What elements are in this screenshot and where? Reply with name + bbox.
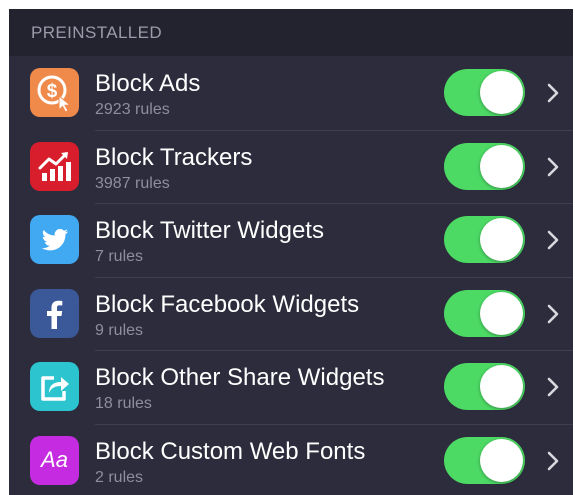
facebook-icon (30, 288, 79, 338)
rule-row-block-ads[interactable]: $ Block Ads 2923 rules (9, 56, 573, 130)
toggle-knob (480, 438, 523, 482)
rule-count: 18 rules (95, 395, 152, 412)
svg-text:$: $ (47, 81, 58, 102)
block-facebook-widgets-toggle[interactable] (444, 289, 525, 337)
toggle-knob (480, 218, 523, 261)
rule-row-block-facebook-widgets[interactable]: Block Facebook Widgets 9 rules (9, 276, 573, 351)
chevron-right-icon[interactable] (546, 450, 560, 472)
toggle-knob (480, 144, 523, 188)
block-twitter-widgets-toggle[interactable] (444, 216, 525, 263)
rule-count: 7 rules (95, 248, 144, 265)
rule-row-block-twitter-widgets[interactable]: Block Twitter Widgets 7 rules (9, 203, 573, 277)
section-title: PREINSTALLED (31, 22, 163, 42)
content-blocker-settings: PREINSTALLED $ Block Ads 2923 rules Bloc… (9, 9, 573, 495)
rule-row-block-other-share-widgets[interactable]: Block Other Share Widgets 18 rules (9, 350, 573, 424)
dollar-cursor-icon: $ (30, 68, 79, 117)
chevron-right-icon[interactable] (546, 229, 560, 251)
block-other-share-widgets-toggle[interactable] (444, 363, 525, 410)
font-icon: Aa (30, 435, 79, 485)
rule-row-block-trackers[interactable]: Block Trackers 3987 rules (9, 129, 573, 204)
rule-list: $ Block Ads 2923 rules Block Trackers 39… (9, 56, 573, 495)
twitter-bird-icon (30, 215, 79, 264)
chevron-right-icon[interactable] (546, 303, 560, 325)
chevron-right-icon[interactable] (546, 156, 560, 178)
chart-trend-icon (30, 141, 79, 191)
share-icon (30, 362, 79, 411)
block-trackers-toggle[interactable] (444, 142, 525, 190)
rule-title: Block Other Share Widgets (95, 364, 385, 391)
rule-title: Block Twitter Widgets (95, 217, 324, 244)
font-icon-label: Aa (41, 447, 68, 472)
block-custom-web-fonts-toggle[interactable] (444, 436, 525, 484)
chevron-right-icon[interactable] (546, 376, 560, 398)
rule-count: 3987 rules (95, 174, 170, 192)
toggle-knob (480, 365, 523, 408)
rule-row-block-custom-web-fonts[interactable]: Aa Block Custom Web Fonts 2 rules (9, 423, 573, 495)
rule-count: 9 rules (95, 321, 144, 339)
rule-count: 2923 rules (95, 101, 170, 118)
rule-count: 2 rules (95, 468, 144, 486)
block-ads-toggle[interactable] (444, 69, 525, 116)
rule-title: Block Facebook Widgets (95, 290, 360, 318)
toggle-knob (480, 291, 523, 335)
toggle-knob (480, 71, 523, 114)
rule-title: Block Custom Web Fonts (95, 437, 366, 465)
chevron-right-icon[interactable] (546, 82, 560, 104)
rule-title: Block Trackers (95, 143, 253, 171)
section-header: PREINSTALLED (9, 9, 573, 56)
rule-title: Block Ads (95, 70, 201, 97)
